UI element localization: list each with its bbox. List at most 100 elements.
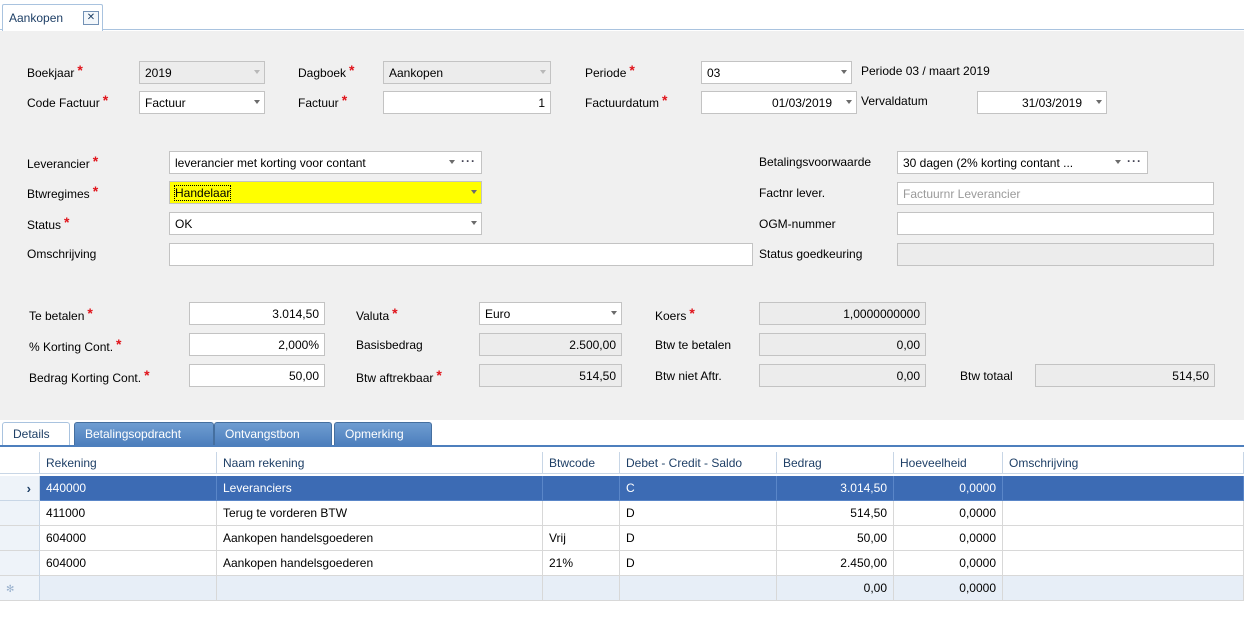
ogm-nummer-label: OGM-nummer (759, 217, 836, 231)
column-header-omschrijving[interactable]: Omschrijving (1003, 452, 1244, 474)
te-betalen-label: Te betalen * (29, 305, 93, 323)
periode-label: Periode * (585, 62, 635, 80)
cell-rekening[interactable] (40, 576, 217, 601)
vervaldatum-input[interactable]: 31/03/2019 (977, 91, 1107, 114)
omschrijving-label: Omschrijving (27, 247, 97, 261)
status-select[interactable]: OK (169, 212, 482, 235)
btw-aftrekbaar-field: 514,50 (479, 364, 622, 387)
lines-grid: Rekening Naam rekening Btwcode Debet - C… (0, 445, 1244, 631)
document-tab-title: Aankopen (9, 11, 64, 25)
tab-betalingsopdracht[interactable]: Betalingsopdracht (74, 422, 214, 445)
cell-hoeveelheid[interactable]: 0,0000 (894, 501, 1003, 526)
column-header-naam-rekening[interactable]: Naam rekening (217, 452, 543, 474)
cell-bedrag[interactable]: 2.450,00 (777, 551, 894, 576)
cell-rekening[interactable]: 604000 (40, 526, 217, 551)
chevron-down-icon (611, 311, 617, 315)
row-indicator[interactable]: › (0, 476, 40, 501)
more-icon[interactable]: ··· (1127, 154, 1142, 168)
new-row[interactable]: ✻ 0,00 0,0000 (0, 576, 1244, 601)
row-indicator[interactable] (0, 501, 40, 526)
close-icon[interactable]: ✕ (83, 11, 99, 25)
cell-bedrag[interactable]: 0,00 (777, 576, 894, 601)
document-tab-aankopen[interactable]: Aankopen ✕ (2, 4, 103, 31)
cell-dcs[interactable]: D (620, 526, 777, 551)
code-factuur-label: Code Factuur * (27, 92, 109, 110)
valuta-select[interactable]: Euro (479, 302, 622, 325)
chevron-down-icon (471, 221, 477, 225)
cell-rekening[interactable]: 411000 (40, 501, 217, 526)
cell-hoeveelheid[interactable]: 0,0000 (894, 576, 1003, 601)
cell-omschrijving[interactable] (1003, 576, 1244, 601)
korting-pct-input[interactable]: 2,000% (189, 333, 325, 356)
cell-omschrijving[interactable] (1003, 501, 1244, 526)
btwregimes-select[interactable]: Handelaar (169, 181, 482, 204)
ogm-nummer-input[interactable] (897, 212, 1214, 235)
chevron-down-icon (254, 70, 260, 74)
cell-omschrijving[interactable] (1003, 476, 1244, 501)
cell-rekening[interactable]: 440000 (40, 476, 217, 501)
cell-omschrijving[interactable] (1003, 526, 1244, 551)
cell-bedrag[interactable]: 3.014,50 (777, 476, 894, 501)
column-header-rekening[interactable]: Rekening (40, 452, 217, 474)
btwregimes-label: Btwregimes * (27, 183, 99, 201)
row-indicator[interactable] (0, 551, 40, 576)
table-row[interactable]: 411000 Terug te vorderen BTW D 514,50 0,… (0, 501, 1244, 526)
btw-niet-aftr-label: Btw niet Aftr. (655, 369, 722, 383)
cell-hoeveelheid[interactable]: 0,0000 (894, 526, 1003, 551)
factuurdatum-input[interactable]: 01/03/2019 (701, 91, 857, 114)
chevron-right-icon: › (26, 481, 31, 496)
cell-dcs[interactable]: C (620, 476, 777, 501)
cell-hoeveelheid[interactable]: 0,0000 (894, 476, 1003, 501)
column-header-hoeveelheid[interactable]: Hoeveelheid (894, 452, 1003, 474)
chevron-down-icon (841, 70, 847, 74)
cell-naam-rekening[interactable]: Terug te vorderen BTW (217, 501, 543, 526)
cell-dcs[interactable]: D (620, 551, 777, 576)
cell-naam-rekening[interactable] (217, 576, 543, 601)
cell-omschrijving[interactable] (1003, 551, 1244, 576)
column-header-debet-credit-saldo[interactable]: Debet - Credit - Saldo (620, 452, 777, 474)
bedrag-korting-input[interactable]: 50,00 (189, 364, 325, 387)
cell-bedrag[interactable]: 514,50 (777, 501, 894, 526)
btw-totaal-field: 514,50 (1035, 364, 1215, 387)
te-betalen-input[interactable]: 3.014,50 (189, 302, 325, 325)
row-indicator[interactable]: ✻ (0, 576, 40, 601)
betalingsvoorwaarde-select[interactable]: 30 dagen (2% korting contant ... ··· (897, 151, 1148, 174)
table-row[interactable]: 604000 Aankopen handelsgoederen 21% D 2.… (0, 551, 1244, 576)
row-indicator[interactable] (0, 526, 40, 551)
cell-dcs[interactable] (620, 576, 777, 601)
factnr-lever-input[interactable]: Factuurnr Leverancier (897, 182, 1214, 205)
status-label: Status * (27, 214, 70, 232)
code-factuur-select[interactable]: Factuur (139, 91, 265, 114)
boekjaar-select[interactable]: 2019 (139, 61, 265, 84)
cell-naam-rekening[interactable]: Aankopen handelsgoederen (217, 551, 543, 576)
cell-btwcode[interactable]: 21% (543, 551, 620, 576)
factuurdatum-label: Factuurdatum * (585, 92, 668, 110)
table-row[interactable]: › 440000 Leveranciers C 3.014,50 0,0000 (0, 476, 1244, 501)
cell-btwcode[interactable] (543, 476, 620, 501)
cell-dcs[interactable]: D (620, 501, 777, 526)
detail-tabs: Details Betalingsopdracht Ontvangstbon O… (0, 421, 1244, 445)
tab-ontvangstbon[interactable]: Ontvangstbon (214, 422, 332, 445)
cell-rekening[interactable]: 604000 (40, 551, 217, 576)
cell-btwcode[interactable] (543, 576, 620, 601)
cell-btwcode[interactable] (543, 501, 620, 526)
factuur-input[interactable]: 1 (383, 91, 551, 114)
koers-field[interactable]: 1,0000000000 (759, 302, 926, 325)
omschrijving-input[interactable] (169, 243, 753, 266)
factnr-lever-label: Factnr lever. (759, 186, 826, 200)
dagboek-select[interactable]: Aankopen (383, 61, 551, 84)
tab-details[interactable]: Details (2, 422, 70, 445)
table-row[interactable]: 604000 Aankopen handelsgoederen Vrij D 5… (0, 526, 1244, 551)
more-icon[interactable]: ··· (461, 154, 476, 168)
cell-naam-rekening[interactable]: Aankopen handelsgoederen (217, 526, 543, 551)
periode-select[interactable]: 03 (701, 61, 852, 84)
tab-opmerking[interactable]: Opmerking (334, 422, 432, 445)
cell-naam-rekening[interactable]: Leveranciers (217, 476, 543, 501)
cell-hoeveelheid[interactable]: 0,0000 (894, 551, 1003, 576)
leverancier-label: Leverancier * (27, 153, 99, 171)
cell-btwcode[interactable]: Vrij (543, 526, 620, 551)
leverancier-select[interactable]: leverancier met korting voor contant ··· (169, 151, 482, 174)
cell-bedrag[interactable]: 50,00 (777, 526, 894, 551)
column-header-bedrag[interactable]: Bedrag (777, 452, 894, 474)
column-header-btwcode[interactable]: Btwcode (543, 452, 620, 474)
